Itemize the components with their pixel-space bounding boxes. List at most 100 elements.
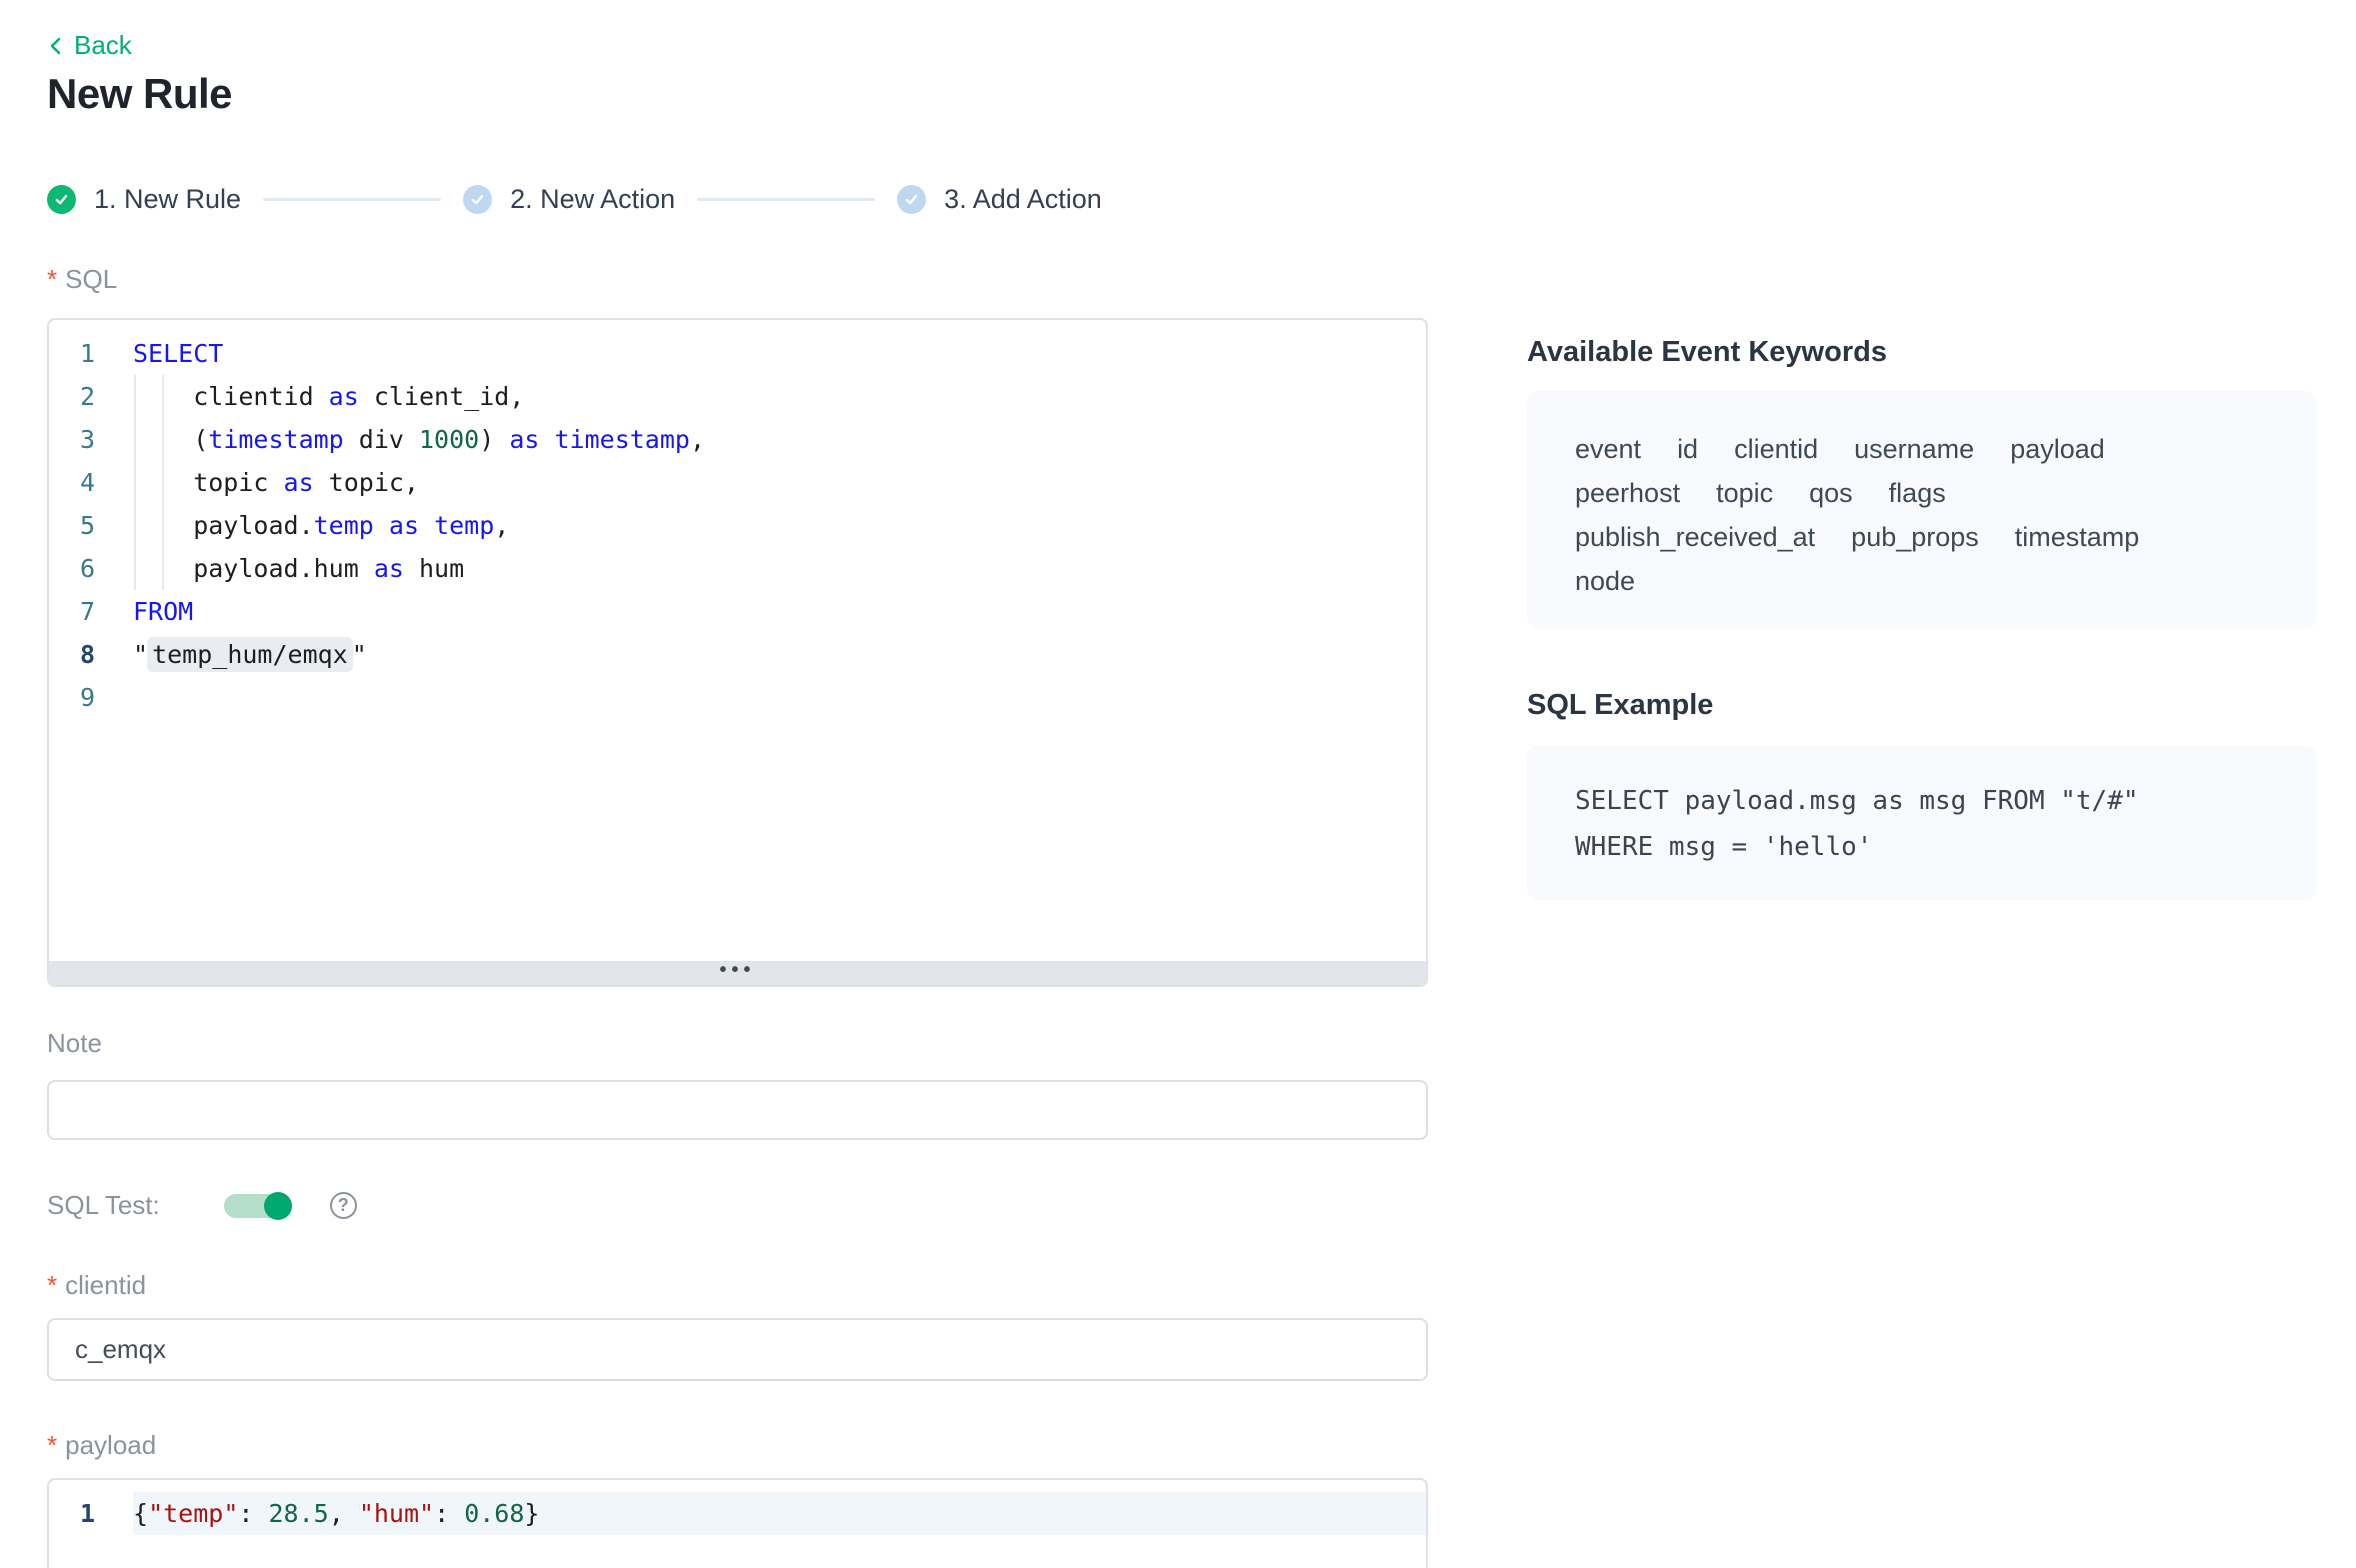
code-token: div (344, 425, 419, 454)
sql-example-title: SQL Example (1527, 689, 2317, 722)
code-token: timestamp (208, 425, 343, 454)
code-token: 1000 (419, 425, 479, 454)
code-token: "hum" (359, 1499, 434, 1528)
step-check-icon (463, 185, 492, 214)
event-keyword: pub_props (1851, 515, 1979, 559)
event-keyword: flags (1889, 471, 1946, 515)
required-marker: * (47, 264, 57, 295)
code-line: 6 payload.hum as hum (49, 547, 1426, 590)
payload-code-area[interactable]: 1{"temp": 28.5, "hum": 0.68} (49, 1480, 1426, 1535)
code-token (539, 425, 554, 454)
keyword-row: eventidclientidusernamepayload (1575, 427, 2273, 471)
code-token: , (690, 425, 705, 454)
step-label: 1. New Rule (94, 184, 241, 215)
code-token: } (524, 1499, 539, 1528)
sql-code-editor[interactable]: 1SELECT2 clientid as client_id,3 (timest… (47, 318, 1428, 987)
line-number: 1 (49, 332, 133, 375)
code-token: temp (314, 511, 374, 540)
code-line: 1{"temp": 28.5, "hum": 0.68} (49, 1492, 1426, 1535)
code-line: 2 clientid as client_id, (49, 375, 1426, 418)
code-token: hum (404, 554, 464, 583)
code-token: ( (133, 425, 208, 454)
code-line: 9 (49, 676, 1426, 719)
code-token: { (133, 1499, 148, 1528)
code-token: 0.68 (464, 1499, 524, 1528)
code-line: 4 topic as topic, (49, 461, 1426, 504)
line-number: 1 (49, 1492, 133, 1535)
code-text: {"temp": 28.5, "hum": 0.68} (133, 1492, 1426, 1535)
step-label: 2. New Action (510, 184, 675, 215)
help-panel: Available Event Keywords eventidclientid… (1527, 336, 2317, 900)
keyword-row: publish_received_at pub_props timestamp (1575, 515, 2273, 559)
sql-test-toggle[interactable] (224, 1194, 290, 1218)
clientid-input[interactable] (47, 1318, 1428, 1381)
code-text: payload.hum as hum (133, 547, 1426, 590)
event-keyword: payload (2010, 427, 2105, 471)
keywords-panel-title: Available Event Keywords (1527, 336, 2317, 369)
code-token: " (352, 640, 367, 669)
payload-code-editor[interactable]: 1{"temp": 28.5, "hum": 0.68} (47, 1478, 1428, 1568)
back-label: Back (74, 30, 132, 61)
help-icon[interactable]: ? (330, 1192, 357, 1219)
code-token (374, 511, 389, 540)
note-input[interactable] (47, 1080, 1428, 1140)
line-number: 2 (49, 375, 133, 418)
required-marker: * (47, 1270, 57, 1301)
event-keyword: peerhost (1575, 471, 1680, 515)
code-text: clientid as client_id, (133, 375, 1426, 418)
code-text: FROM (133, 590, 1426, 633)
event-keyword: timestamp (2015, 515, 2140, 559)
code-token: topic, (314, 468, 419, 497)
code-token: client_id, (359, 382, 525, 411)
keyword-row: peerhost topic qos flags (1575, 471, 2273, 515)
code-token: : (434, 1499, 464, 1528)
code-line: 3 (timestamp div 1000) as timestamp, (49, 418, 1426, 461)
indent-guide (134, 375, 136, 590)
event-keyword: qos (1809, 471, 1853, 515)
back-link[interactable]: Back (47, 30, 132, 61)
code-token: as (389, 511, 419, 540)
line-number: 8 (49, 633, 133, 676)
code-line: 5 payload.temp as temp, (49, 504, 1426, 547)
chevron-left-icon (47, 36, 65, 56)
editor-resize-handle[interactable]: ••• (49, 961, 1426, 985)
note-field-label: Note (47, 1028, 102, 1059)
step-check-icon (897, 185, 926, 214)
code-text: payload.temp as temp, (133, 504, 1426, 547)
code-token: temp (434, 511, 494, 540)
code-token: as (509, 425, 539, 454)
step-label: 3. Add Action (944, 184, 1102, 215)
keyword-row: node (1575, 559, 2273, 603)
step-connector (263, 198, 441, 201)
toggle-knob (264, 1192, 292, 1220)
event-keyword: topic (1716, 471, 1773, 515)
code-token: " (133, 640, 148, 669)
code-token: payload.hum (133, 554, 374, 583)
code-token: payload. (133, 511, 314, 540)
event-keyword: username (1854, 427, 1974, 471)
sql-example-line: WHERE msg = 'hello' (1575, 824, 2273, 870)
code-text: "temp_hum/emqx" (133, 633, 1426, 676)
keywords-box: eventidclientidusernamepayloadpeerhostto… (1527, 391, 2317, 629)
step-indicator: 1. New Rule 2. New Action 3. Add Action (47, 184, 1102, 215)
sql-field-label: * SQL (47, 264, 117, 295)
sql-example-line: SELECT payload.msg as msg FROM "t/#" (1575, 778, 2273, 824)
line-number: 9 (49, 676, 133, 719)
step-check-icon (47, 185, 76, 214)
line-number: 4 (49, 461, 133, 504)
code-text (133, 676, 1426, 719)
indent-guide (162, 375, 164, 590)
code-token: "temp" (148, 1499, 238, 1528)
required-marker: * (47, 1430, 57, 1461)
event-keyword: publish_received_at (1575, 515, 1815, 559)
payload-field-label: * payload (47, 1430, 156, 1461)
event-keyword: event (1575, 427, 1641, 471)
code-line: 7FROM (49, 590, 1426, 633)
code-token: , (329, 1499, 359, 1528)
sql-test-label: SQL Test: (47, 1190, 160, 1221)
code-text: (timestamp div 1000) as timestamp, (133, 418, 1426, 461)
sql-code-area[interactable]: 1SELECT2 clientid as client_id,3 (timest… (49, 320, 1426, 961)
code-token: topic (133, 468, 284, 497)
event-keyword: node (1575, 559, 1635, 603)
code-token (419, 511, 434, 540)
